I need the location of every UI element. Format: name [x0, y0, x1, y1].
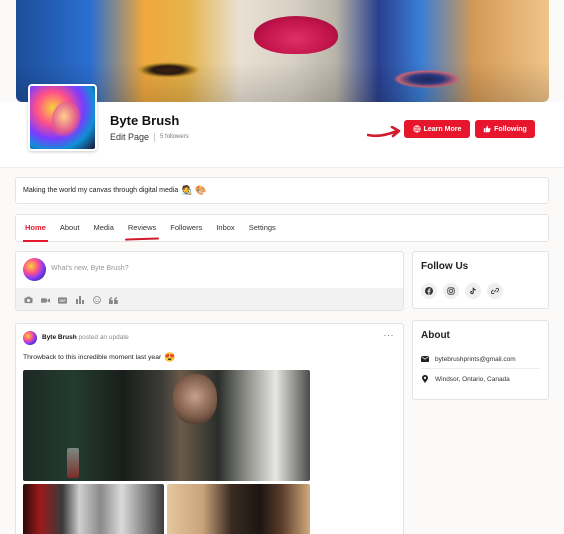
follow-us-title: Follow Us — [421, 261, 469, 272]
avatar[interactable] — [23, 331, 37, 345]
tab-followers[interactable]: Followers — [170, 214, 202, 242]
more-options-icon[interactable]: ··· — [384, 330, 395, 340]
emoji-icon[interactable] — [92, 296, 101, 305]
about-email[interactable]: bytebrushprints@gmail.com — [435, 356, 516, 363]
learn-more-button[interactable]: Learn More — [404, 120, 470, 138]
post-photo-main[interactable] — [23, 370, 310, 481]
avatar — [23, 258, 46, 281]
tab-inbox[interactable]: Inbox — [216, 214, 234, 242]
poll-icon[interactable] — [75, 296, 84, 305]
post-author-line: Byte Brush posted an update — [42, 334, 129, 341]
bio-text: Making the world my canvas through digit… — [23, 187, 179, 194]
envelope-icon — [421, 355, 429, 363]
tab-home[interactable]: Home — [23, 214, 48, 242]
facebook-icon[interactable] — [421, 283, 437, 299]
social-links — [421, 283, 503, 299]
tab-about[interactable]: About — [60, 214, 80, 242]
composer-input[interactable]: What's new, Byte Brush? — [51, 265, 129, 272]
about-title: About — [421, 330, 450, 341]
post-author[interactable]: Byte Brush — [42, 334, 77, 341]
location-pin-icon — [421, 375, 429, 383]
divider — [154, 132, 156, 142]
page-tabs: Home About Media Reviews Followers Inbox… — [15, 214, 549, 242]
post-photo-2[interactable] — [23, 484, 164, 534]
post-emoji: 😍 — [164, 352, 176, 362]
bio-card: Making the world my canvas through digit… — [15, 177, 549, 204]
about-card: About bytebrushprints@gmail.com Windsor,… — [412, 320, 549, 400]
post-photo-3[interactable] — [167, 484, 310, 534]
page-avatar[interactable] — [28, 84, 97, 151]
quote-icon[interactable] — [109, 296, 118, 305]
tiktok-icon[interactable] — [465, 283, 481, 299]
learn-more-label: Learn More — [423, 125, 462, 133]
post-action: posted an update — [78, 334, 129, 341]
annotation-arrow-icon — [367, 126, 401, 138]
followers-count: 5 followers — [160, 134, 189, 140]
svg-text:GIF: GIF — [59, 299, 66, 303]
link-icon[interactable] — [487, 283, 503, 299]
tab-settings[interactable]: Settings — [249, 214, 276, 242]
thumbs-up-icon — [483, 125, 491, 133]
bio-emojis: 🧑‍🎨 🎨 — [181, 185, 207, 195]
about-location-row: Windsor, Ontario, Canada — [421, 375, 510, 383]
tab-media[interactable]: Media — [93, 214, 113, 242]
divider — [421, 368, 540, 369]
camera-icon[interactable] — [24, 296, 33, 305]
following-label: Following — [494, 125, 527, 133]
page-subline: Edit Page 5 followers — [110, 132, 189, 142]
about-location: Windsor, Ontario, Canada — [435, 375, 510, 383]
post-composer: What's new, Byte Brush? GIF — [15, 251, 404, 311]
video-icon[interactable] — [41, 296, 50, 305]
post-card: Byte Brush posted an update ··· Throwbac… — [15, 323, 404, 534]
tab-reviews[interactable]: Reviews — [128, 214, 156, 242]
gif-icon[interactable]: GIF — [58, 296, 67, 305]
following-button[interactable]: Following — [475, 120, 535, 138]
edit-page-link[interactable]: Edit Page — [110, 132, 149, 142]
instagram-icon[interactable] — [443, 283, 459, 299]
follow-us-card: Follow Us — [412, 251, 549, 309]
post-body: Throwback to this incredible moment last… — [23, 354, 162, 361]
page-title: Byte Brush — [110, 113, 180, 128]
globe-icon — [413, 125, 421, 133]
about-email-row: bytebrushprints@gmail.com — [421, 355, 516, 363]
composer-toolbar: GIF — [16, 288, 403, 310]
post-text: Throwback to this incredible moment last… — [23, 352, 175, 363]
